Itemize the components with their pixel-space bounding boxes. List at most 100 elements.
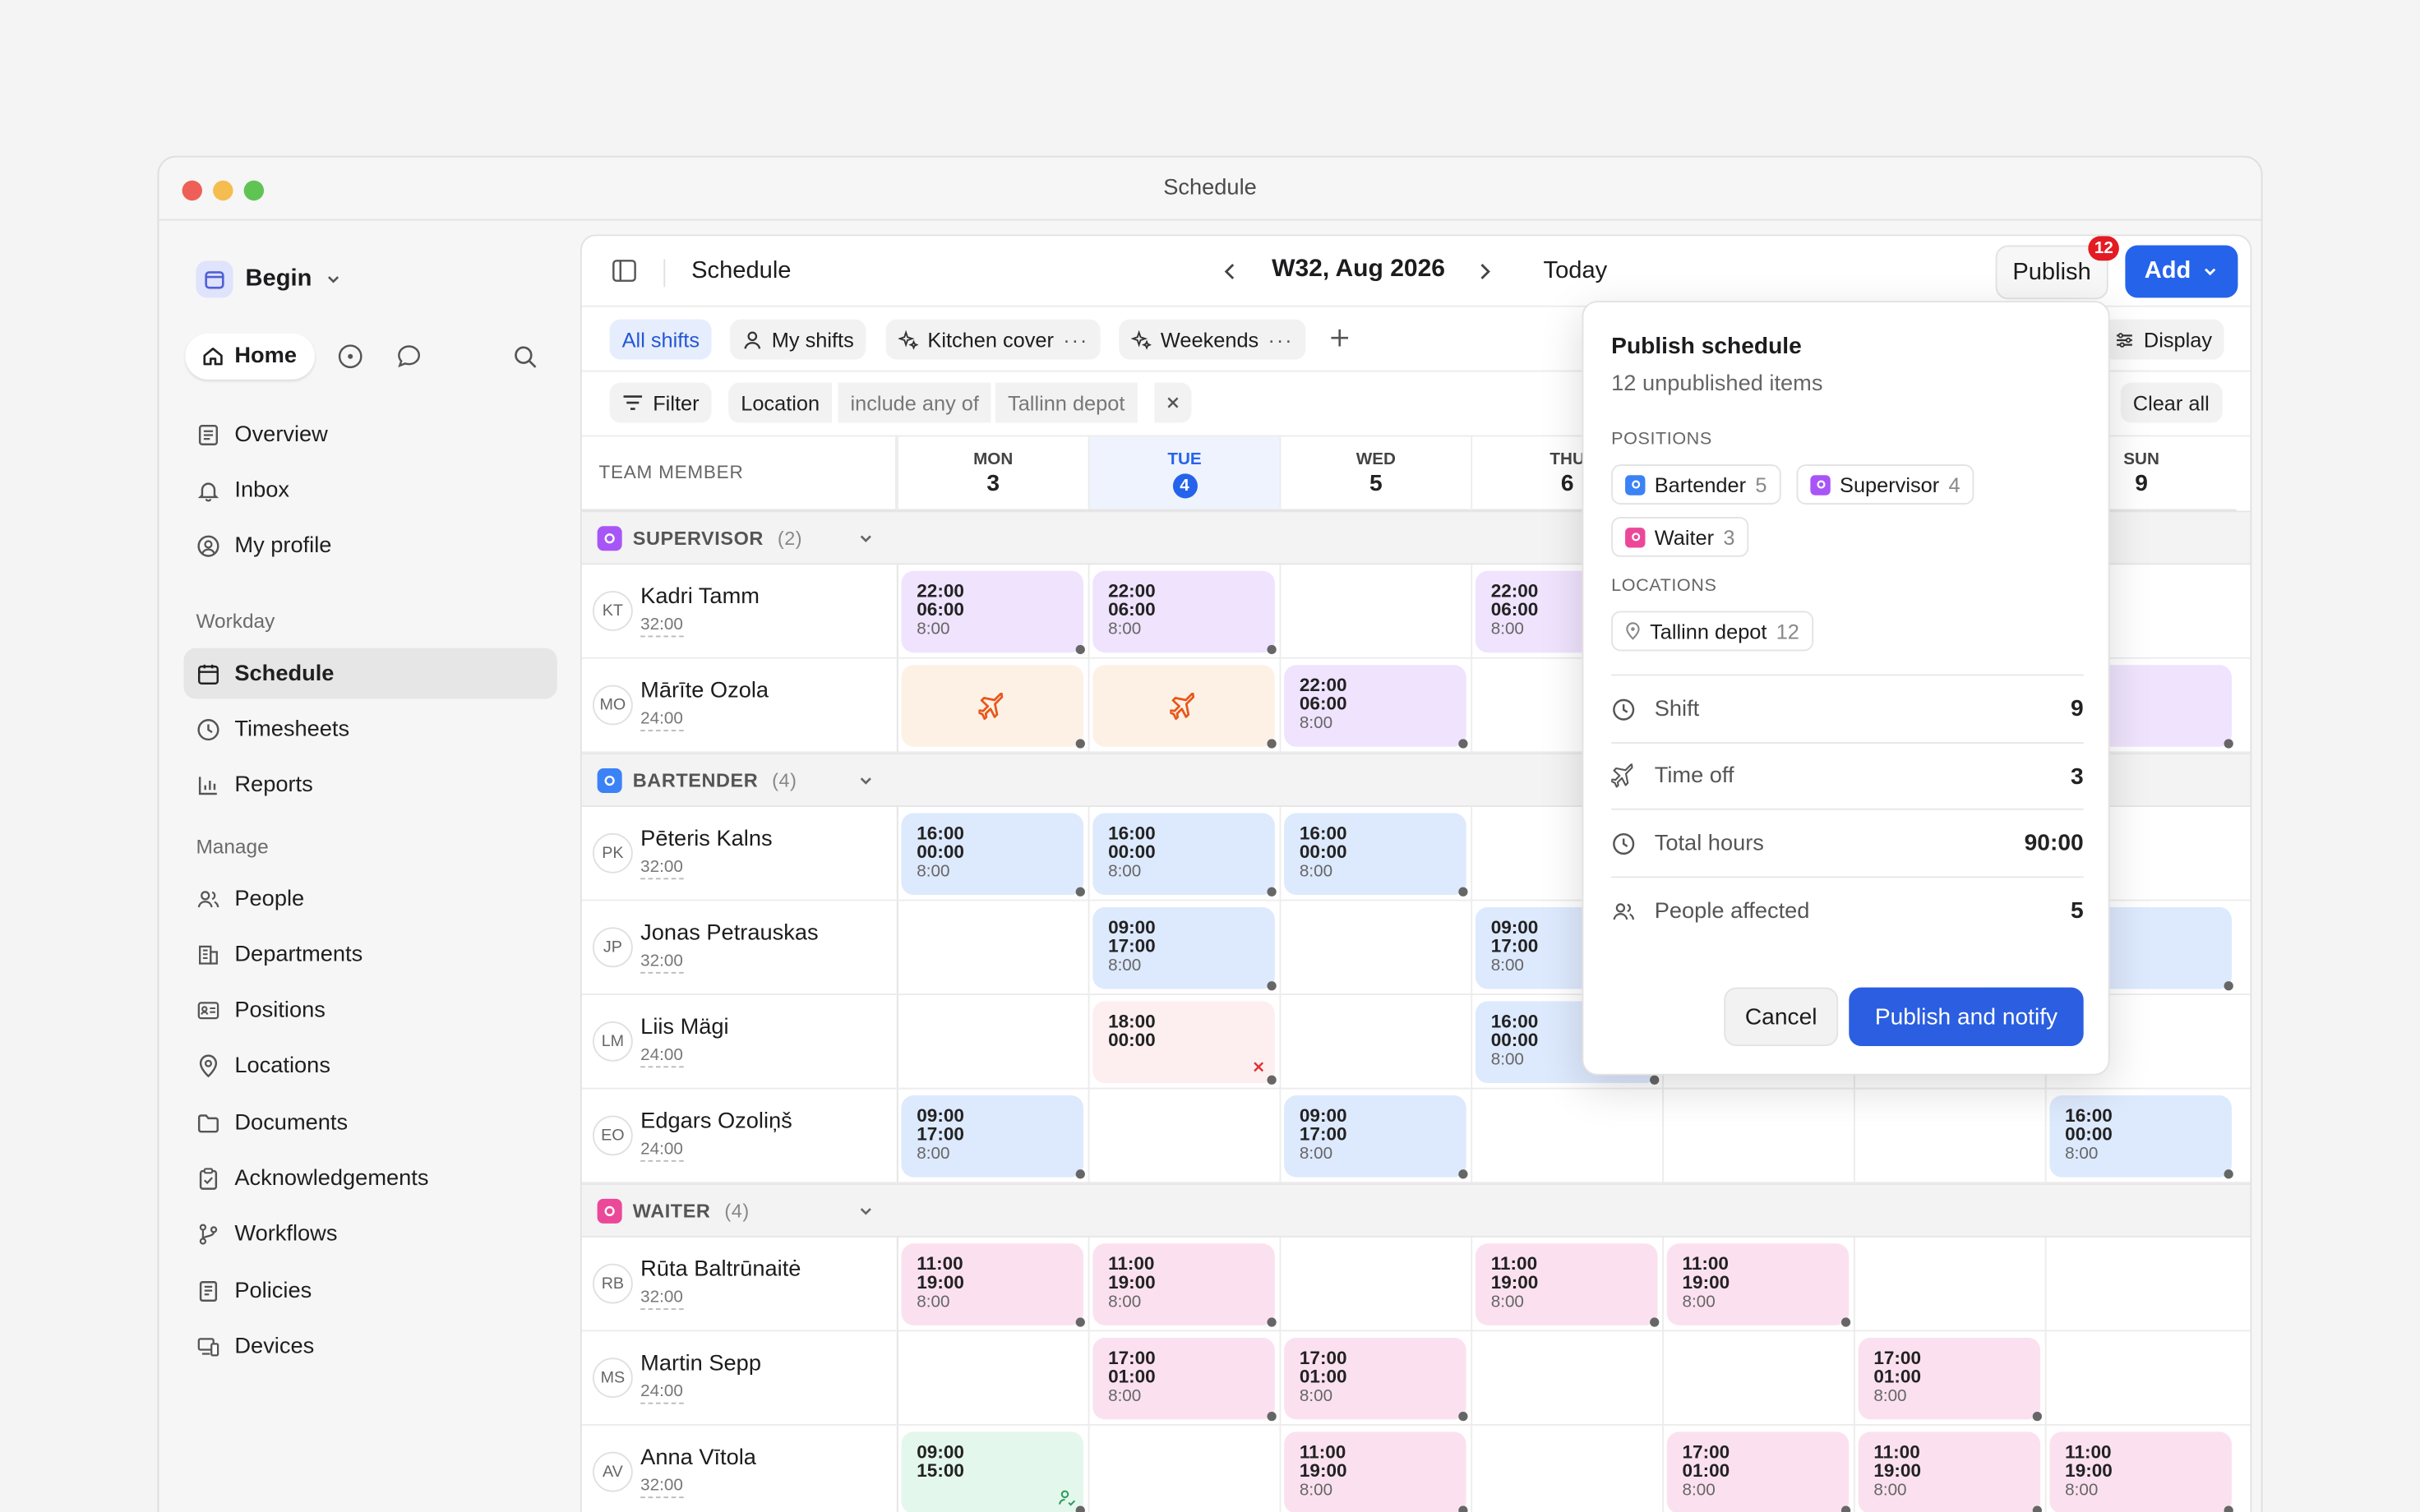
- sidebar-item-policies[interactable]: Policies: [183, 1265, 557, 1316]
- shift-duration: 8:00: [917, 862, 950, 882]
- more-icon[interactable]: ···: [1268, 328, 1293, 351]
- member-hours: 32:00: [640, 1288, 683, 1311]
- filter-button[interactable]: Filter: [609, 382, 712, 423]
- shift-block[interactable]: 11:00 19:00 8:00: [1858, 1431, 2042, 1512]
- shift-duration: 8:00: [1682, 1481, 1716, 1500]
- member-name[interactable]: Martin Sepp: [640, 1352, 761, 1376]
- shift-block[interactable]: 11:00 19:00 8:00: [901, 1243, 1085, 1327]
- shift-duration: 8:00: [1299, 1386, 1333, 1406]
- shift-block[interactable]: 16:00 00:00 8:00: [2049, 1095, 2233, 1179]
- home-button[interactable]: Home: [185, 333, 316, 380]
- avatar: EO: [592, 1115, 633, 1156]
- schedule-header: Schedule W32, Aug 2026 Today Publish 12 …: [581, 236, 2251, 307]
- day-header-mon[interactable]: MON 3: [896, 436, 1088, 511]
- today-button[interactable]: Today: [1544, 258, 1608, 286]
- shift-block[interactable]: 17:00 01:00 8:00: [1666, 1431, 1851, 1512]
- sidebar-item-positions[interactable]: Positions: [183, 985, 557, 1036]
- week-label[interactable]: W32, Aug 2026: [1272, 256, 1445, 284]
- avatar: JP: [592, 927, 633, 968]
- filter-operator[interactable]: include any of: [836, 382, 991, 423]
- member-name[interactable]: Edgars Ozoliņš: [640, 1109, 792, 1134]
- sidebar-item-devices[interactable]: Devices: [183, 1321, 557, 1372]
- add-view-icon[interactable]: [1329, 327, 1351, 348]
- shift-start: 22:00: [917, 579, 964, 602]
- member-name[interactable]: Kadri Tamm: [640, 585, 760, 610]
- sidebar-item-schedule[interactable]: Schedule: [183, 648, 557, 699]
- plane-icon: [978, 693, 1006, 721]
- member-name[interactable]: Jonas Petrauskas: [640, 921, 818, 946]
- shift-block[interactable]: 11:00 19:00 8:00: [1284, 1431, 1468, 1512]
- sidebar-item-departments[interactable]: Departments: [183, 929, 557, 980]
- chevron-down-icon[interactable]: [857, 772, 875, 791]
- activity-icon[interactable]: [337, 343, 365, 371]
- shift-block[interactable]: 17:00 01:00 8:00: [1858, 1337, 2042, 1422]
- chevron-down-icon[interactable]: [857, 529, 875, 548]
- shift-block[interactable]: 17:00 01:00 8:00: [1092, 1337, 1277, 1422]
- filter-field[interactable]: Location: [728, 382, 833, 423]
- workspace-switcher[interactable]: Begin: [196, 260, 342, 298]
- cancel-button[interactable]: Cancel: [1724, 987, 1839, 1046]
- member-name[interactable]: Pēteris Kalns: [640, 827, 772, 851]
- member-name[interactable]: Mārīte Ozola: [640, 679, 769, 703]
- shift-block[interactable]: 18:00 00:00: [1092, 1001, 1277, 1085]
- shift-block[interactable]: 09:00 17:00 8:00: [1092, 907, 1277, 991]
- sidebar-item-inbox[interactable]: Inbox: [183, 465, 557, 516]
- add-button[interactable]: Add: [2125, 245, 2238, 298]
- shift-block[interactable]: 22:00 06:00 8:00: [901, 570, 1085, 655]
- more-icon[interactable]: ···: [1063, 328, 1088, 351]
- shift-block[interactable]: 09:00 17:00 8:00: [901, 1095, 1085, 1179]
- shift-block[interactable]: 17:00 01:00 8:00: [1284, 1337, 1468, 1422]
- day-header-wed[interactable]: WED 5: [1279, 436, 1471, 511]
- prev-week-button[interactable]: [1219, 260, 1240, 282]
- shift-block[interactable]: 11:00 19:00 8:00: [2049, 1431, 2233, 1512]
- plane-icon: [1170, 693, 1198, 721]
- clear-all-button[interactable]: Clear all: [2120, 382, 2222, 423]
- shift-block[interactable]: 11:00 19:00 8:00: [1475, 1243, 1660, 1327]
- member-name[interactable]: Anna Vītola: [640, 1445, 756, 1470]
- display-button[interactable]: Display: [2102, 319, 2225, 360]
- filter-value[interactable]: Tallinn depot: [994, 382, 1138, 423]
- time-off-block[interactable]: [1092, 665, 1277, 749]
- remove-filter-button[interactable]: [1152, 382, 1192, 423]
- sidebar-item-label: Documents: [234, 1110, 349, 1136]
- shift-block[interactable]: 09:00 15:00: [901, 1431, 1085, 1512]
- shift-block[interactable]: 16:00 00:00 8:00: [1092, 813, 1277, 897]
- search-icon[interactable]: [512, 343, 538, 370]
- chat-icon[interactable]: [395, 343, 423, 371]
- sidebar-item-overview[interactable]: Overview: [183, 409, 557, 460]
- shift-start: 11:00: [1490, 1252, 1538, 1275]
- shift-block[interactable]: 16:00 00:00 8:00: [901, 813, 1085, 897]
- member-name[interactable]: Liis Mägi: [640, 1015, 728, 1040]
- next-week-button[interactable]: [1474, 260, 1495, 282]
- day-header-tue[interactable]: TUE 4: [1088, 436, 1280, 511]
- sidebar-item-documents[interactable]: Documents: [183, 1097, 557, 1148]
- sidebar-item-my-profile[interactable]: My profile: [183, 521, 557, 572]
- sidebar-item-timesheets[interactable]: Timesheets: [183, 704, 557, 755]
- group-header-waiter[interactable]: WAITER (4): [581, 1183, 2251, 1238]
- member-name[interactable]: Rūta Baltrūnaitė: [640, 1257, 801, 1282]
- time-off-block[interactable]: [901, 665, 1085, 749]
- tab-kitchen-cover[interactable]: Kitchen cover ···: [885, 319, 1101, 360]
- sidebar-item-reports[interactable]: Reports: [183, 760, 557, 811]
- publish-and-notify-button[interactable]: Publish and notify: [1849, 987, 2084, 1046]
- tab-weekends[interactable]: Weekends ···: [1119, 319, 1306, 360]
- close-icon[interactable]: [1252, 1060, 1266, 1074]
- chevron-down-icon[interactable]: [857, 1202, 875, 1221]
- unpublished-dot: [1458, 887, 1468, 897]
- shift-block[interactable]: 16:00 00:00 8:00: [1284, 813, 1468, 897]
- unpublished-dot: [1267, 644, 1277, 655]
- shift-block[interactable]: 22:00 06:00 8:00: [1284, 665, 1468, 749]
- shift-block[interactable]: 09:00 17:00 8:00: [1284, 1095, 1468, 1179]
- sidebar-toggle-icon[interactable]: [612, 258, 638, 284]
- tab-my-shifts[interactable]: My shifts: [730, 319, 866, 360]
- avatar: MO: [592, 685, 633, 726]
- tab-all-shifts[interactable]: All shifts: [609, 319, 713, 360]
- sidebar-item-acknowledgements[interactable]: Acknowledgements: [183, 1153, 557, 1204]
- shift-block[interactable]: 11:00 19:00 8:00: [1666, 1243, 1851, 1327]
- shift-block[interactable]: 11:00 19:00 8:00: [1092, 1243, 1277, 1327]
- sidebar-item-locations[interactable]: Locations: [183, 1041, 557, 1092]
- sidebar-item-workflows[interactable]: Workflows: [183, 1210, 557, 1261]
- sidebar-item-people[interactable]: People: [183, 874, 557, 924]
- shift-end: 00:00: [1108, 1029, 1156, 1051]
- shift-block[interactable]: 22:00 06:00 8:00: [1092, 570, 1277, 655]
